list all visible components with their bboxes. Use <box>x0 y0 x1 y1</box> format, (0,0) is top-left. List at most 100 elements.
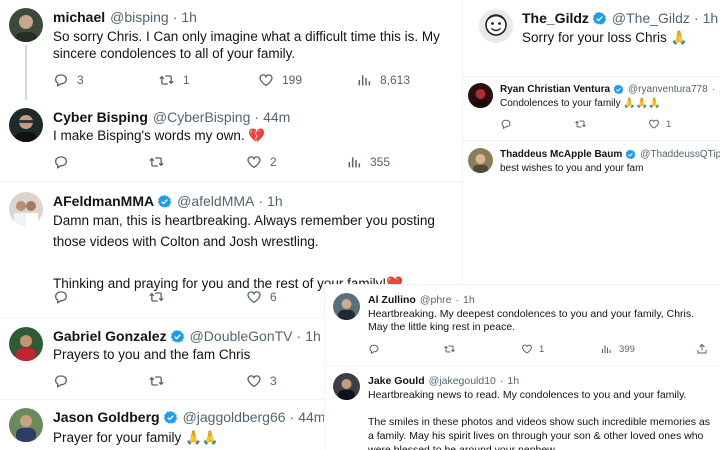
tweet-text: Heartbreaking news to read. My condolenc… <box>368 389 711 450</box>
tweet-text: So sorry Chris. I Can only imagine what … <box>53 29 444 62</box>
tweet-actions: 1 399 <box>368 343 708 355</box>
verified-badge-icon <box>163 410 178 425</box>
like-button[interactable]: 199 <box>258 72 356 88</box>
tweet-al-zullino[interactable]: Al Zullino @phre · 1h Heartbreaking. My … <box>325 285 720 365</box>
like-button[interactable]: 1 <box>648 118 671 130</box>
reply-button[interactable] <box>368 343 443 355</box>
views-icon <box>348 157 361 168</box>
avatar[interactable] <box>9 108 43 142</box>
avatar[interactable] <box>333 373 360 400</box>
right-top-reply-panel: The_Gildz @The_Gildz · 1h Sorry for your… <box>463 0 720 283</box>
user-handle[interactable]: @ThaddeussQTip <box>640 149 720 160</box>
avatar[interactable] <box>9 192 43 226</box>
separator-dot: · <box>499 375 504 387</box>
display-name[interactable]: Cyber Bisping <box>53 109 148 125</box>
tweet-actions: 6 <box>53 289 277 305</box>
tweet-header: Thaddeus McApple Baum @ThaddeussQTip <box>500 149 720 160</box>
timestamp[interactable]: 44m <box>298 409 325 425</box>
avatar[interactable] <box>9 327 43 361</box>
avatar[interactable] <box>479 9 513 43</box>
reply-button[interactable]: 3 <box>53 72 158 88</box>
display-name[interactable]: Gabriel Gonzalez <box>53 328 167 344</box>
tweet-header: Gabriel Gonzalez @DoubleGonTV · 1h <box>53 328 321 344</box>
avatar-image <box>468 148 493 173</box>
retweet-button[interactable] <box>148 373 246 389</box>
user-handle[interactable]: @phre <box>420 294 452 306</box>
heart-icon <box>247 156 261 169</box>
tweet-header: Ryan Christian Ventura @ryanventura778 ·… <box>500 84 720 95</box>
display-name[interactable]: Jason Goldberg <box>53 409 160 425</box>
user-handle[interactable]: @afeldMMA <box>177 193 254 209</box>
views-button[interactable]: 399 <box>600 343 696 355</box>
retweet-icon <box>149 157 164 167</box>
like-button[interactable]: 2 <box>246 154 346 170</box>
tweet-michael[interactable]: michael @bisping · 1h So sorry Chris. I … <box>0 0 462 100</box>
reply-button[interactable] <box>53 154 148 170</box>
tweet-text: Sorry for your loss Chris 🙏 <box>522 30 688 45</box>
user-handle[interactable]: @ryanventura778 <box>628 84 708 95</box>
retweet-button[interactable] <box>148 154 246 170</box>
reply-button[interactable] <box>53 289 148 305</box>
divider <box>463 140 720 141</box>
separator-dot: · <box>254 109 260 125</box>
views-button[interactable]: 355 <box>346 154 390 170</box>
retweet-icon <box>444 345 455 353</box>
like-button[interactable]: 6 <box>246 289 277 305</box>
heart-icon <box>259 74 273 87</box>
display-name[interactable]: Al Zullino <box>368 294 416 306</box>
timestamp[interactable]: 1h <box>507 375 519 387</box>
retweet-count: 1 <box>183 73 190 87</box>
avatar[interactable] <box>468 83 493 108</box>
views-button[interactable]: 8,613 <box>356 72 410 88</box>
user-handle[interactable]: @bisping <box>110 9 169 25</box>
tweet-actions: 3 <box>53 373 277 389</box>
user-handle[interactable]: @jaggoldberg66 <box>183 409 286 425</box>
tweet-text: Heartbreaking. My deepest condolences to… <box>368 308 697 334</box>
retweet-icon <box>575 120 586 128</box>
avatar[interactable] <box>333 293 360 320</box>
reply-icon <box>55 291 67 304</box>
tweet-text: best wishes to you and your fam <box>500 163 644 174</box>
retweet-button[interactable] <box>148 289 246 305</box>
tweet-ryan-christian-ventura[interactable]: Ryan Christian Ventura @ryanventura778 ·… <box>463 78 720 138</box>
display-name[interactable]: Jake Gould <box>368 375 425 387</box>
separator-dot: · <box>711 84 716 95</box>
reply-button[interactable] <box>500 118 574 130</box>
display-name[interactable]: michael <box>53 9 105 25</box>
display-name[interactable]: The_Gildz <box>522 10 589 26</box>
retweet-button[interactable] <box>443 343 521 355</box>
display-name[interactable]: AFeldmanMMA <box>53 193 154 209</box>
user-handle[interactable]: @CyberBisping <box>153 109 250 125</box>
user-handle[interactable]: @The_Gildz <box>612 10 690 26</box>
share-button[interactable] <box>696 343 708 355</box>
user-handle[interactable]: @jakegould10 <box>429 375 496 387</box>
tweet-header: AFeldmanMMA @afeldMMA · 1h <box>53 193 283 209</box>
timestamp[interactable]: 1h <box>305 328 321 344</box>
timestamp[interactable]: 44m <box>263 109 290 125</box>
retweet-button[interactable]: 1 <box>158 72 258 88</box>
views-icon <box>601 345 611 353</box>
tweet-text: Damn man, this is heartbreaking. Always … <box>53 213 435 291</box>
heart-icon <box>649 119 659 129</box>
like-button[interactable]: 1 <box>521 343 600 355</box>
avatar[interactable] <box>9 408 43 442</box>
tweet-jake-gould[interactable]: Jake Gould @jakegould10 · 1h Heartbreaki… <box>325 367 720 450</box>
tweet-header: michael @bisping · 1h <box>53 9 197 25</box>
tweet-header: Cyber Bisping @CyberBisping · 44m <box>53 109 290 125</box>
tweet-the-gildz[interactable]: The_Gildz @The_Gildz · 1h Sorry for your… <box>463 0 720 78</box>
avatar[interactable] <box>468 148 493 173</box>
display-name[interactable]: Ryan Christian Ventura <box>500 84 610 95</box>
display-name[interactable]: Thaddeus McApple Baum <box>500 149 622 160</box>
tweet-cyber-bisping[interactable]: Cyber Bisping @CyberBisping · 44m I make… <box>0 101 462 180</box>
tweet-thaddeus-mcapple-baum[interactable]: Thaddeus McApple Baum @ThaddeussQTip bes… <box>463 142 720 187</box>
timestamp[interactable]: 1h <box>267 193 283 209</box>
user-handle[interactable]: @DoubleGonTV <box>190 328 293 344</box>
reply-button[interactable] <box>53 373 148 389</box>
avatar[interactable] <box>9 8 43 42</box>
timestamp[interactable]: 1h <box>181 9 197 25</box>
like-button[interactable]: 3 <box>246 373 277 389</box>
like-count: 6 <box>270 290 277 304</box>
retweet-button[interactable] <box>574 118 648 130</box>
timestamp[interactable]: 1h <box>703 10 719 26</box>
timestamp[interactable]: 1h <box>463 294 475 306</box>
